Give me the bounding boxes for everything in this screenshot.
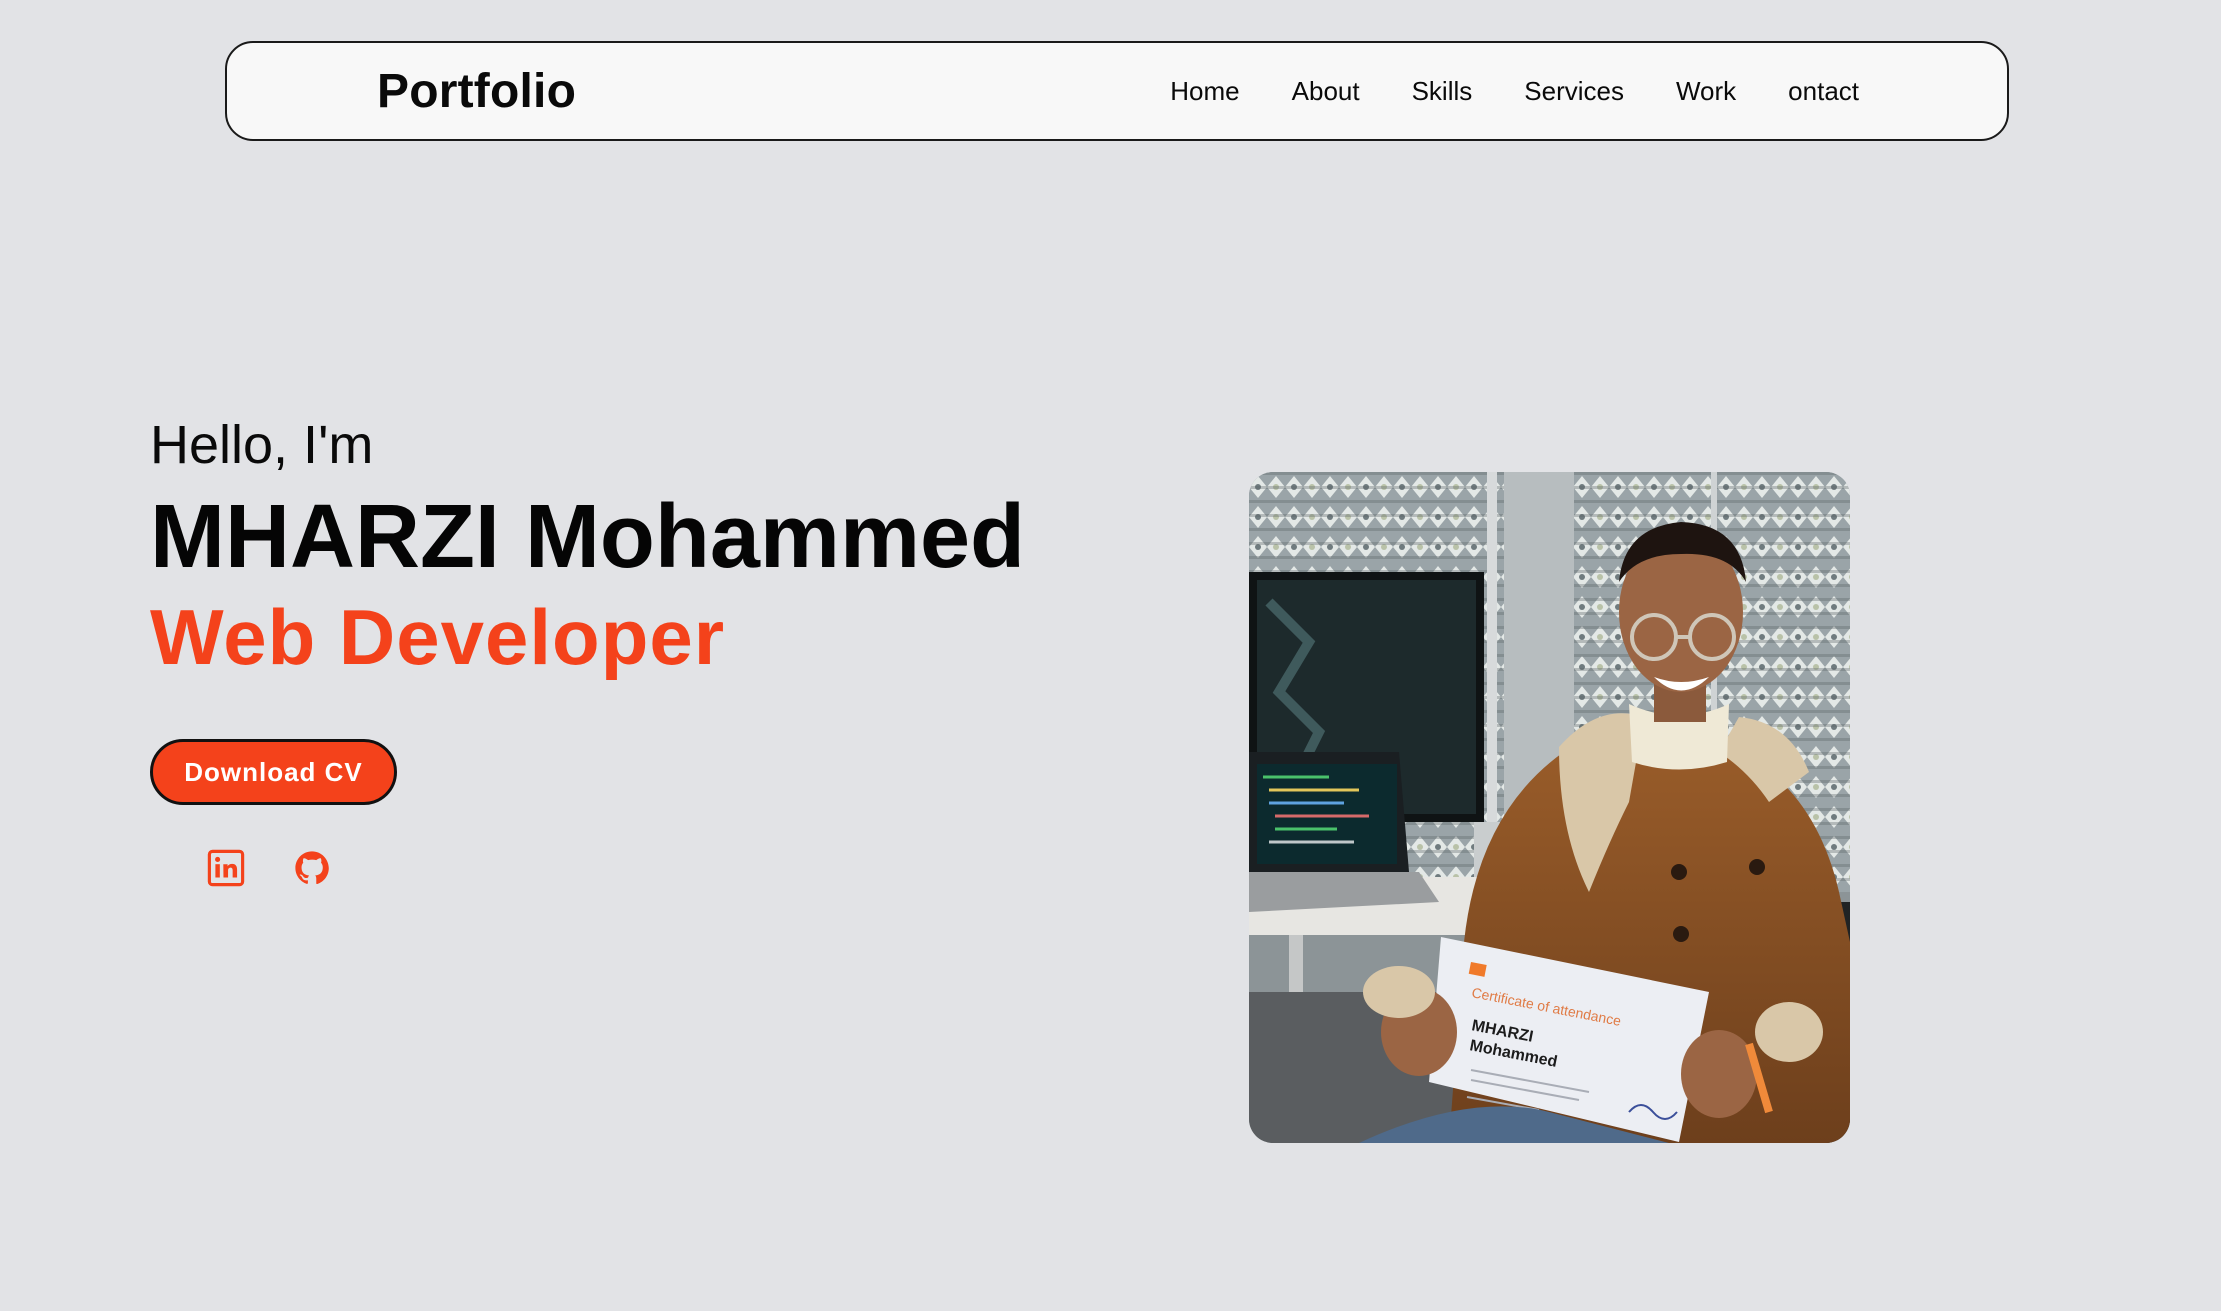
linkedin-icon[interactable] xyxy=(207,849,245,887)
nav-link-work[interactable]: Work xyxy=(1676,76,1736,107)
nav-link-skills[interactable]: Skills xyxy=(1412,76,1473,107)
profile-photo-illustration: Certificate of attendance MHARZI Mohamme… xyxy=(1249,472,1850,1143)
hero-role: Web Developer xyxy=(150,593,726,681)
navbar: Portfolio Home About Skills Services Wor… xyxy=(225,41,2009,141)
nav-link-contact[interactable]: ontact xyxy=(1788,76,1859,107)
linkedin-icon-graphic xyxy=(207,849,245,887)
nav-link-about[interactable]: About xyxy=(1292,76,1360,107)
nav-links: Home About Skills Services Work ontact xyxy=(1170,43,1859,139)
site-logo[interactable]: Portfolio xyxy=(377,43,576,139)
nav-link-home[interactable]: Home xyxy=(1170,76,1239,107)
github-icon-graphic xyxy=(295,851,329,885)
profile-photo: Certificate of attendance MHARZI Mohamme… xyxy=(1249,472,1850,1143)
hero-name: MHARZI Mohammed xyxy=(150,487,1025,587)
download-cv-button[interactable]: Download CV xyxy=(150,739,397,805)
nav-link-services[interactable]: Services xyxy=(1524,76,1624,107)
github-icon[interactable] xyxy=(293,849,331,887)
hero-greeting: Hello, I'm xyxy=(150,415,374,475)
